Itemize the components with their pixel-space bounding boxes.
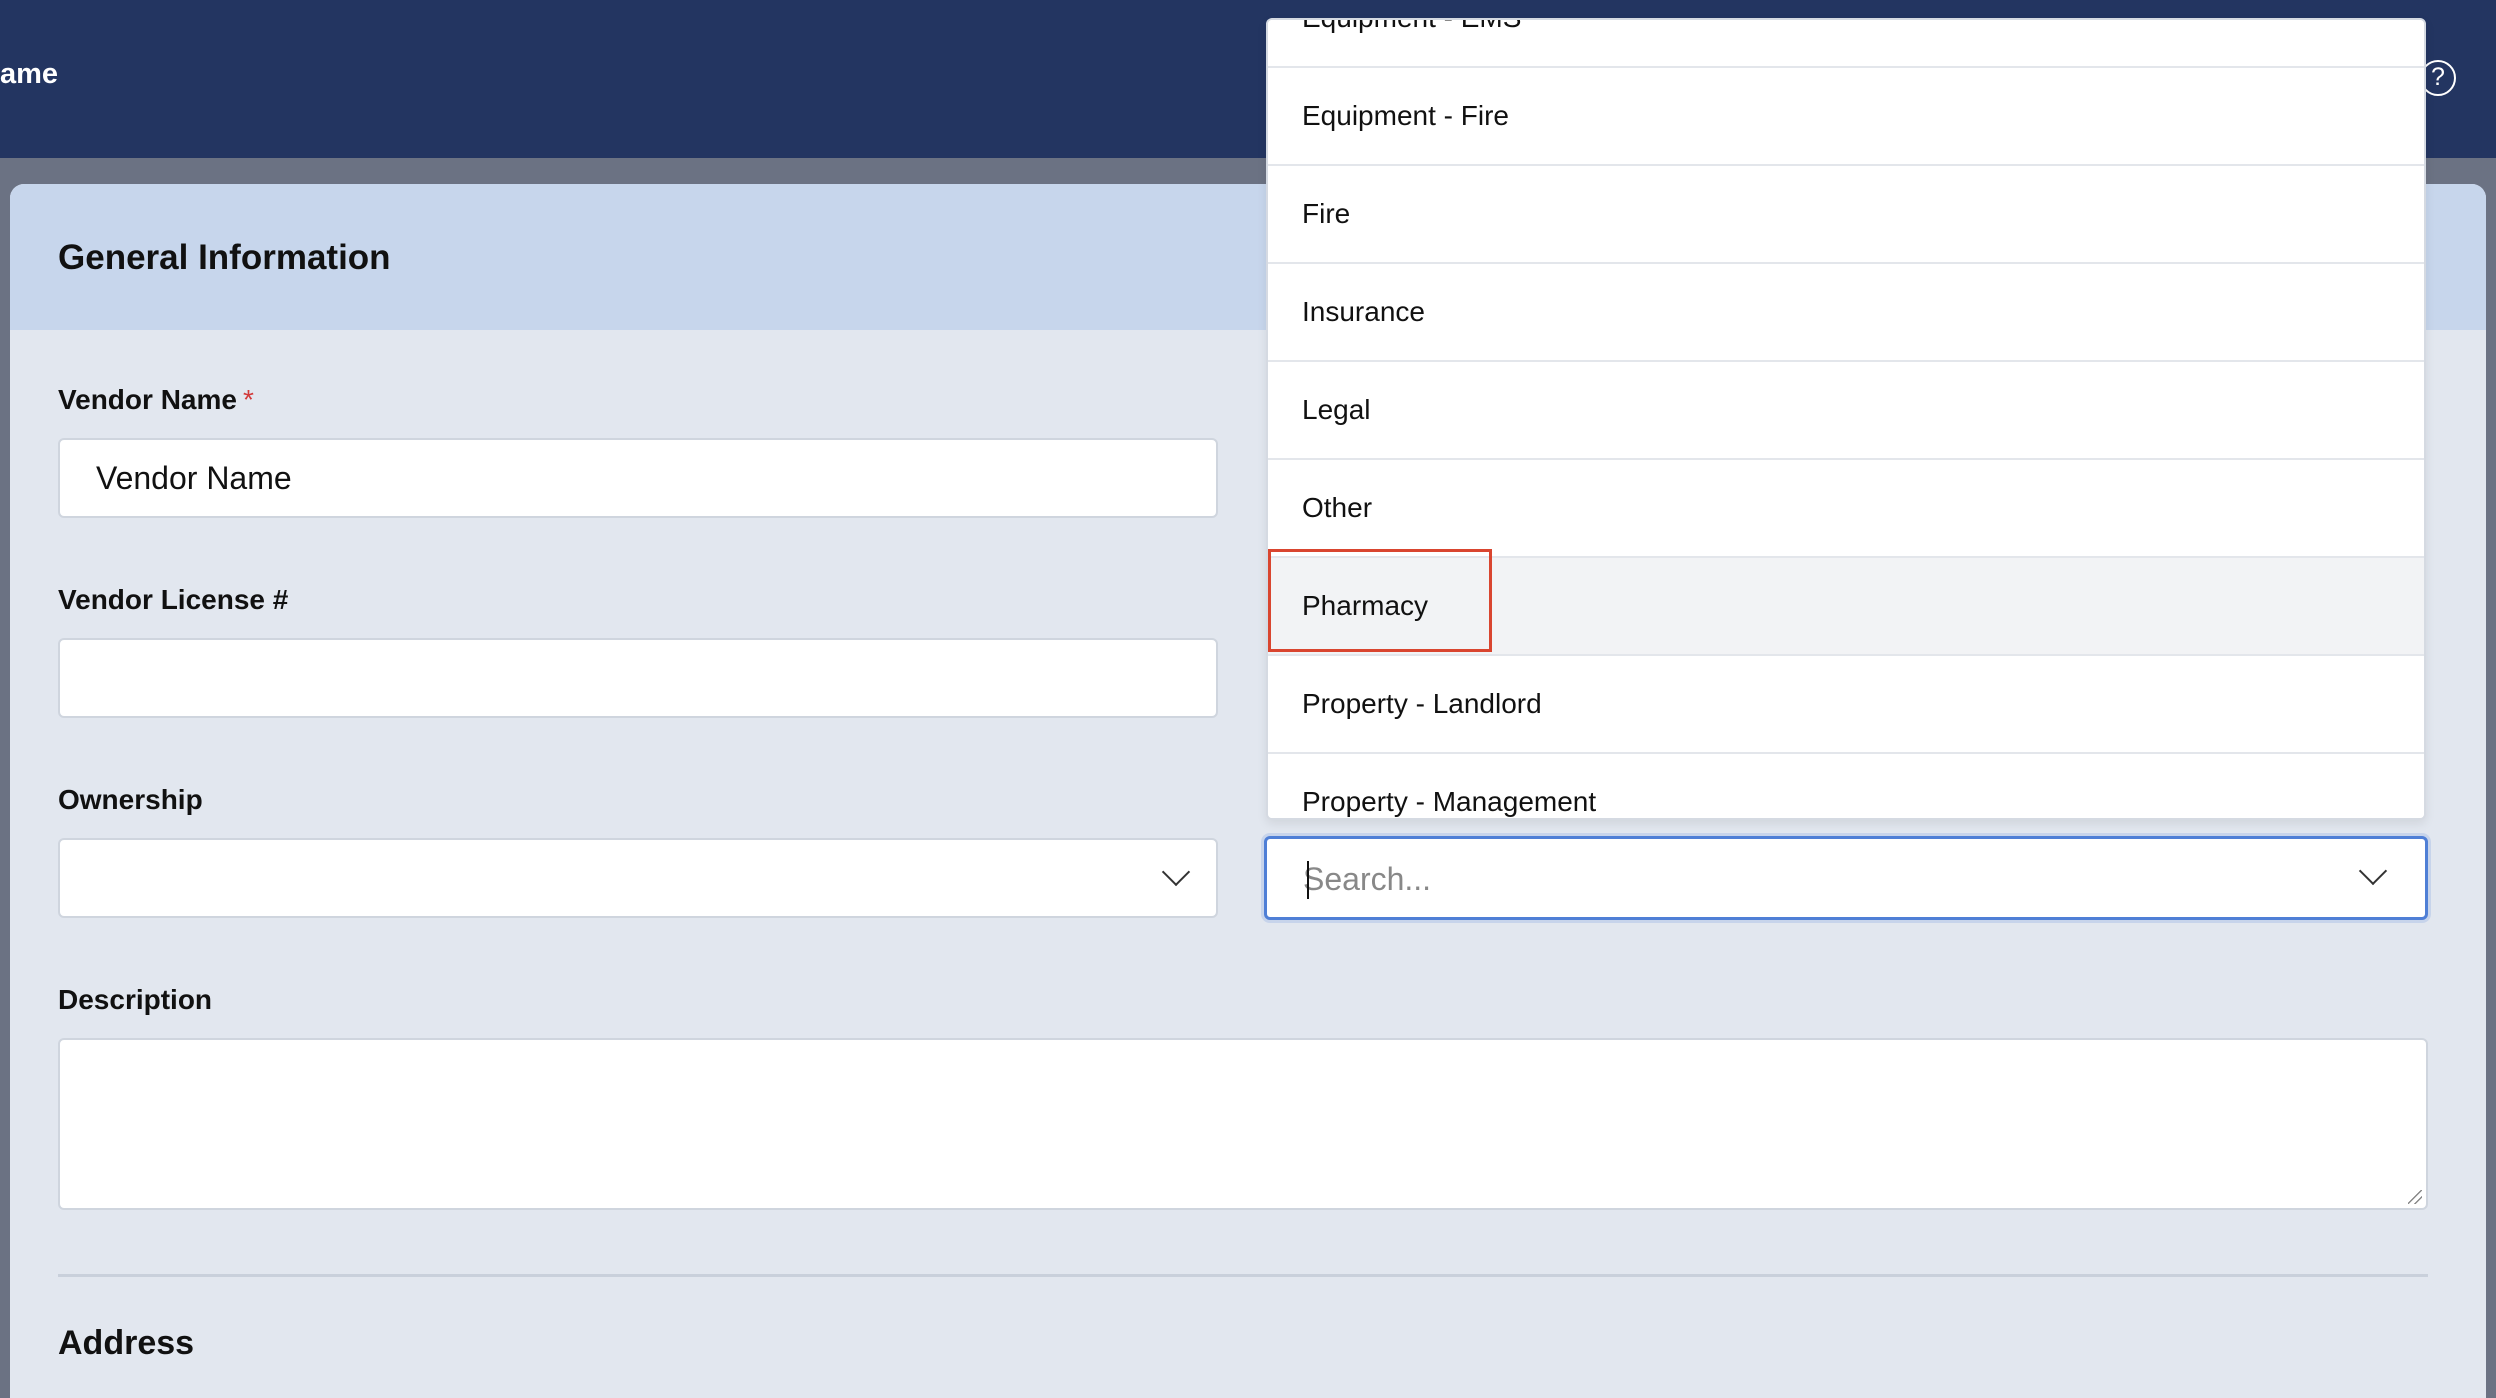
description-textarea[interactable] [58, 1038, 2428, 1210]
section-divider [58, 1274, 2428, 1277]
category-dropdown-menu: Equipment - EMS Equipment - Fire Fire In… [1266, 18, 2426, 820]
chevron-down-icon[interactable] [2358, 856, 2388, 886]
dropdown-option[interactable]: Equipment - EMS [1268, 20, 2424, 68]
description-label: Description [58, 984, 213, 1015]
category-select[interactable] [1264, 836, 2428, 920]
chevron-down-icon [1161, 857, 1191, 887]
category-search-input[interactable] [1303, 859, 2303, 899]
dropdown-option[interactable]: Legal [1268, 362, 2424, 460]
dropdown-option[interactable]: Other [1268, 460, 2424, 558]
dropdown-options-list: Equipment - EMS Equipment - Fire Fire In… [1268, 20, 2424, 818]
dropdown-option[interactable]: Insurance [1268, 264, 2424, 362]
resize-handle-icon[interactable] [2408, 1190, 2422, 1204]
dropdown-option[interactable]: Property - Management [1268, 754, 2424, 818]
app-title: ame [0, 58, 59, 90]
address-section-title: Address [58, 1324, 195, 1362]
text-cursor [1307, 861, 1309, 899]
annotation-highlight-box [1268, 549, 1492, 652]
ownership-select[interactable] [58, 838, 1218, 918]
section-title: General Information [58, 238, 391, 277]
vendor-name-label: Vendor Name * [58, 384, 254, 416]
vendor-license-input[interactable] [58, 638, 1218, 718]
required-marker: * [242, 384, 254, 415]
dropdown-option[interactable]: Property - Landlord [1268, 656, 2424, 754]
vendor-license-label: Vendor License # [58, 584, 289, 615]
ownership-label: Ownership [58, 784, 203, 815]
vendor-name-input[interactable]: Vendor Name [58, 438, 1218, 518]
dropdown-option[interactable]: Fire [1268, 166, 2424, 264]
vendor-name-label-text: Vendor Name [58, 384, 237, 415]
vendor-name-value: Vendor Name [96, 460, 292, 496]
dropdown-option[interactable]: Equipment - Fire [1268, 68, 2424, 166]
